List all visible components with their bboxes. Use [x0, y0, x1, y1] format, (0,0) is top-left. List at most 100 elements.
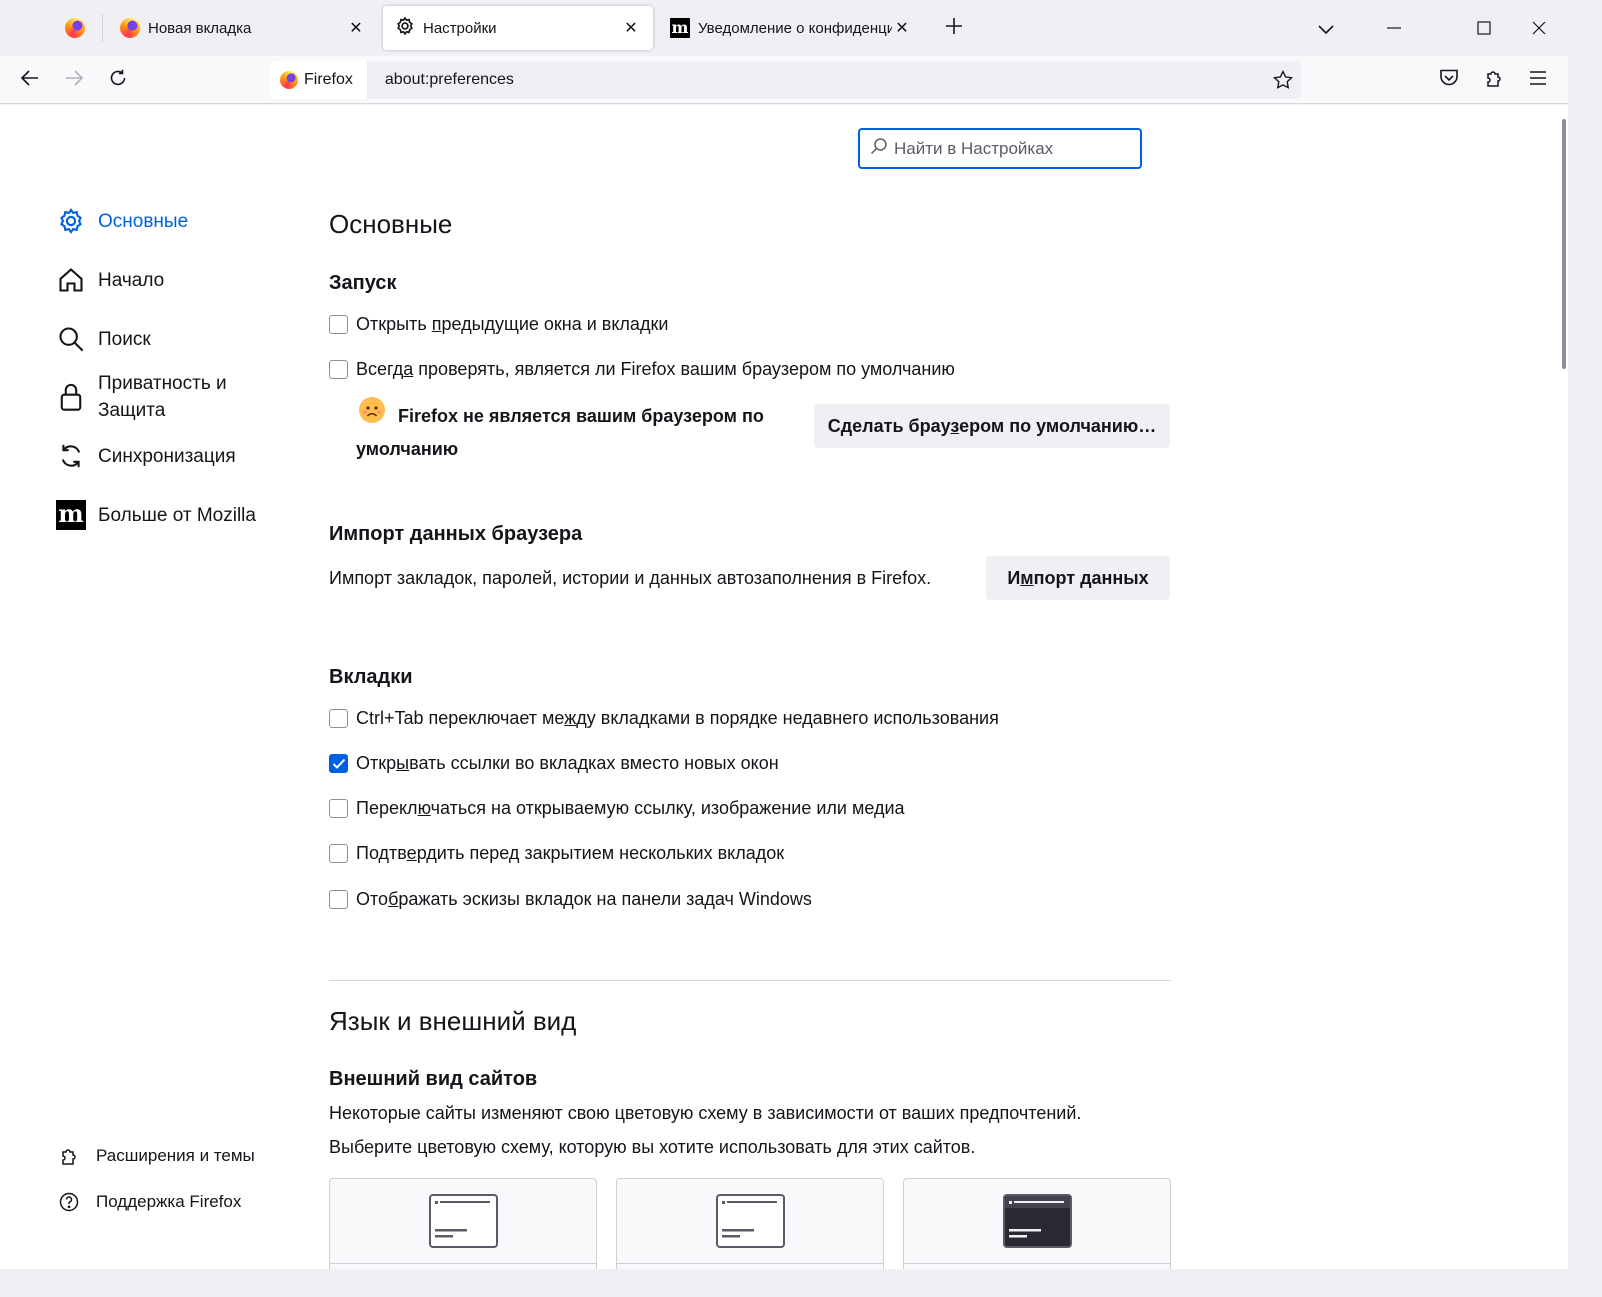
warn-on-close-label: Подтвердить перед закрытием нескольких в… [356, 843, 785, 863]
lock-icon [56, 382, 86, 412]
hamburger-menu-icon [1530, 70, 1546, 90]
make-default-button[interactable]: Сделать браузером по умолчанию… [814, 404, 1170, 448]
url-bar[interactable]: Firefox about:preferences [270, 61, 1301, 99]
tabs-heading: Вкладки [329, 666, 413, 688]
scheme-card-dark[interactable] [903, 1178, 1171, 1269]
check-default-checkbox[interactable] [329, 360, 348, 379]
close-icon[interactable]: ✕ [892, 18, 912, 38]
tab-title: Новая вкладка [148, 19, 252, 37]
pocket-icon [1439, 69, 1459, 92]
category-label: Синхронизация [98, 445, 236, 467]
category-privacy[interactable]: Приватность и Защита [56, 370, 227, 424]
preferences-page: Основные Начало Поиск Приватность иЗащит… [0, 105, 1568, 1269]
minimize-button[interactable] [1376, 10, 1412, 46]
tab-title: Настройки [423, 19, 497, 37]
restore-session-checkbox-row[interactable]: Открыть предыдущие окна и вкладки [329, 314, 668, 335]
taskbar-previews-label: Отображать эскизы вкладок на панели зада… [356, 889, 812, 909]
mozilla-icon: m [56, 500, 86, 530]
warn-on-close-checkbox[interactable] [329, 844, 348, 863]
category-search[interactable]: Поиск [56, 324, 151, 354]
help-icon [58, 1191, 80, 1213]
app-menu-button[interactable] [1520, 62, 1556, 98]
category-more-from-mozilla[interactable]: m Больше от Mozilla [56, 500, 256, 530]
category-sync[interactable]: Синхронизация [56, 441, 236, 471]
category-general[interactable]: Основные [56, 206, 188, 236]
support-link[interactable]: Поддержка Firefox [58, 1191, 241, 1213]
tab-privacy-notice[interactable]: m Уведомление о конфиденциальности ✕ [658, 6, 924, 50]
import-data-label: Импорт данных [1007, 567, 1149, 588]
identity-box[interactable]: Firefox [270, 61, 367, 99]
pane-title: Основные [329, 209, 453, 239]
scrollbar-thumb[interactable] [1562, 119, 1566, 369]
url-text[interactable]: about:preferences [385, 71, 1265, 89]
website-appearance-description-1: Некоторые сайты изменяют свою цветовую с… [329, 1103, 1082, 1123]
close-icon [1532, 15, 1546, 41]
restore-session-label: Открыть предыдущие окна и вкладки [356, 314, 669, 334]
light-window-icon [429, 1194, 498, 1248]
tab-settings[interactable]: Настройки ✕ [383, 6, 653, 50]
section-divider [329, 980, 1171, 981]
warn-on-close-checkbox-row[interactable]: Подтвердить перед закрытием нескольких в… [329, 843, 784, 864]
arrow-right-icon [65, 69, 84, 91]
tab-strip: Новая вкладка ✕ Настройки ✕ m Уведомлени… [0, 0, 1568, 56]
close-icon[interactable]: ✕ [621, 18, 641, 38]
support-label: Поддержка Firefox [96, 1192, 242, 1211]
gear-icon [56, 206, 86, 236]
scheme-card-light[interactable] [616, 1178, 884, 1269]
check-default-label: Всегда проверять, является ли Firefox ва… [356, 359, 955, 379]
taskbar-previews-checkbox[interactable] [329, 890, 348, 909]
chevron-down-icon [1318, 15, 1334, 41]
switch-to-new-tabs-label: Переключаться на открываемую ссылку, изо… [356, 798, 905, 818]
ctrl-tab-checkbox-row[interactable]: Ctrl+Tab переключает между вкладками в п… [329, 708, 999, 729]
close-icon[interactable]: ✕ [346, 18, 366, 38]
maximize-button[interactable] [1466, 10, 1502, 46]
forward-button[interactable] [56, 62, 92, 98]
search-input[interactable] [894, 138, 1124, 159]
card-divider [617, 1263, 883, 1264]
reload-icon [109, 69, 127, 92]
website-appearance-heading: Внешний вид сайтов [329, 1068, 538, 1090]
switch-to-new-tabs-checkbox-row[interactable]: Переключаться на открываемую ссылку, изо… [329, 798, 905, 819]
category-label: Больше от Mozilla [98, 504, 256, 526]
card-divider [904, 1263, 1170, 1264]
taskbar-previews-checkbox-row[interactable]: Отображать эскизы вкладок на панели зада… [329, 889, 812, 910]
reload-button[interactable] [100, 62, 136, 98]
category-home[interactable]: Начало [56, 265, 164, 295]
home-icon [56, 265, 86, 295]
check-default-checkbox-row[interactable]: Всегда проверять, является ли Firefox ва… [329, 359, 955, 380]
arrow-left-icon [20, 69, 39, 91]
scheme-card-automatic[interactable] [329, 1178, 597, 1269]
import-data-button[interactable]: Импорт данных [986, 556, 1170, 600]
links-in-tabs-checkbox[interactable] [329, 754, 348, 773]
addons-label: Расширения и темы [96, 1146, 255, 1165]
puzzle-icon [58, 1145, 80, 1167]
category-label: Приватность и Защита [98, 373, 227, 421]
addons-link[interactable]: Расширения и темы [58, 1145, 255, 1167]
ctrl-tab-checkbox[interactable] [329, 709, 348, 728]
tab-separator [102, 14, 103, 42]
import-heading: Импорт данных браузера [329, 523, 583, 545]
extensions-button[interactable] [1476, 62, 1512, 98]
restore-session-checkbox[interactable] [329, 315, 348, 334]
tab-new-tab[interactable]: Новая вкладка ✕ [108, 6, 378, 50]
tab-pinned-firefox[interactable] [52, 6, 98, 50]
pocket-button[interactable] [1431, 62, 1467, 98]
category-label: Начало [98, 269, 165, 291]
puzzle-icon [1484, 68, 1504, 93]
new-tab-button[interactable] [936, 10, 972, 46]
make-default-label: Сделать браузером по умолчанию… [827, 415, 1157, 436]
back-button[interactable] [12, 62, 48, 98]
close-window-button[interactable] [1521, 10, 1557, 46]
preferences-search[interactable] [858, 128, 1142, 169]
navigation-toolbar: Firefox about:preferences [0, 56, 1568, 104]
identity-label: Firefox [304, 71, 353, 88]
light-window-icon [716, 1194, 785, 1248]
bookmark-star-icon[interactable] [1265, 70, 1301, 90]
switch-to-new-tabs-checkbox[interactable] [329, 799, 348, 818]
import-description: Импорт закладок, паролей, истории и данн… [329, 568, 932, 588]
list-all-tabs-button[interactable] [1308, 10, 1344, 46]
links-in-tabs-checkbox-row[interactable]: Открывать ссылки во вкладках вместо новы… [329, 753, 779, 774]
search-icon [56, 324, 86, 354]
firefox-icon [280, 71, 298, 89]
firefox-icon [120, 18, 140, 38]
